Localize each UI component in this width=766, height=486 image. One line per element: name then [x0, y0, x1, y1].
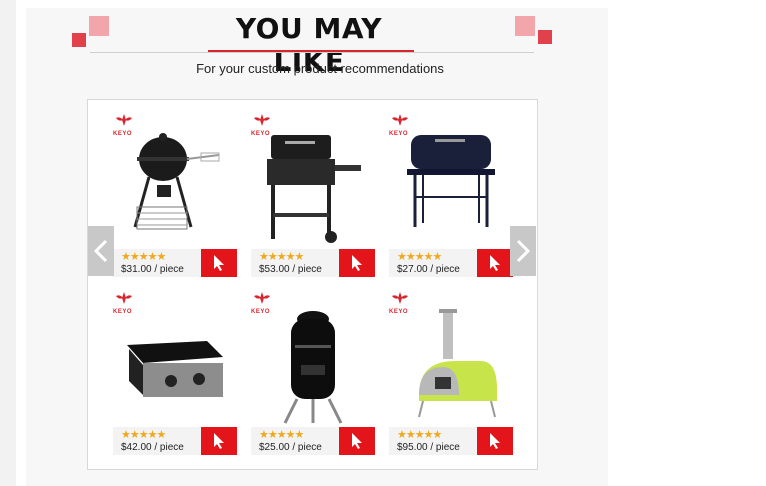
title-underline — [208, 50, 414, 52]
carousel-prev-button[interactable] — [88, 226, 114, 276]
product-price: $53.00 / piece — [259, 264, 322, 275]
cursor-icon — [490, 255, 500, 271]
product-price: $27.00 / piece — [397, 264, 460, 275]
view-product-button[interactable] — [201, 427, 237, 455]
prev-arrow-icon — [93, 239, 108, 263]
product-card[interactable]: KEYO ★★★★★ $25.00 / piece — [251, 283, 375, 455]
deco-square-pink-right — [515, 16, 535, 36]
page-subtitle: For your custom product recommendations — [196, 61, 444, 76]
griddle-icon[interactable] — [123, 305, 227, 429]
product-info: ★★★★★ $25.00 / piece — [251, 427, 375, 455]
rating-stars: ★★★★★ — [397, 429, 442, 441]
cursor-icon — [214, 255, 224, 271]
product-price: $95.00 / piece — [397, 442, 460, 453]
smoker-icon[interactable] — [261, 305, 365, 429]
carousel-next-button[interactable] — [510, 226, 536, 276]
view-product-button[interactable] — [477, 249, 513, 277]
product-info: ★★★★★ $53.00 / piece — [251, 249, 375, 277]
charcoal-grill-icon[interactable] — [261, 127, 365, 251]
cursor-icon — [214, 433, 224, 449]
view-product-button[interactable] — [201, 249, 237, 277]
product-price: $42.00 / piece — [121, 442, 184, 453]
rating-stars: ★★★★★ — [259, 429, 304, 441]
product-card[interactable]: KEYO ★★★★★ $42.00 / piece — [113, 283, 237, 455]
deco-square-pink-left — [89, 16, 109, 36]
cursor-icon — [352, 255, 362, 271]
rating-stars: ★★★★★ — [259, 251, 304, 263]
view-product-button[interactable] — [477, 427, 513, 455]
product-card[interactable]: KEYO ★★★★★ $27.00 / piece — [389, 105, 513, 277]
rating-stars: ★★★★★ — [121, 429, 166, 441]
rating-stars: ★★★★★ — [397, 251, 442, 263]
view-product-button[interactable] — [339, 427, 375, 455]
title-divider — [90, 52, 534, 53]
product-card[interactable]: KEYO ★★★★★ $53.00 / piece — [251, 105, 375, 277]
product-info: ★★★★★ $42.00 / piece — [113, 427, 237, 455]
product-info: ★★★★★ $95.00 / piece — [389, 427, 513, 455]
left-strip — [0, 0, 16, 486]
kettle-grill-icon[interactable] — [123, 127, 227, 251]
product-card[interactable]: KEYO ★★★★★ $95.00 / piece — [389, 283, 513, 455]
deco-square-red-right — [538, 30, 552, 44]
product-card[interactable]: KEYO ★★★★★ $31.00 / piece — [113, 105, 237, 277]
product-price: $25.00 / piece — [259, 442, 322, 453]
next-arrow-icon — [516, 239, 531, 263]
cursor-icon — [490, 433, 500, 449]
view-product-button[interactable] — [339, 249, 375, 277]
cursor-icon — [352, 433, 362, 449]
product-info: ★★★★★ $31.00 / piece — [113, 249, 237, 277]
product-info: ★★★★★ $27.00 / piece — [389, 249, 513, 277]
rating-stars: ★★★★★ — [121, 251, 166, 263]
product-price: $31.00 / piece — [121, 264, 184, 275]
deco-square-red-left — [72, 33, 86, 47]
pizza-oven-icon[interactable] — [399, 305, 503, 429]
barrel-grill-icon[interactable] — [399, 127, 503, 251]
